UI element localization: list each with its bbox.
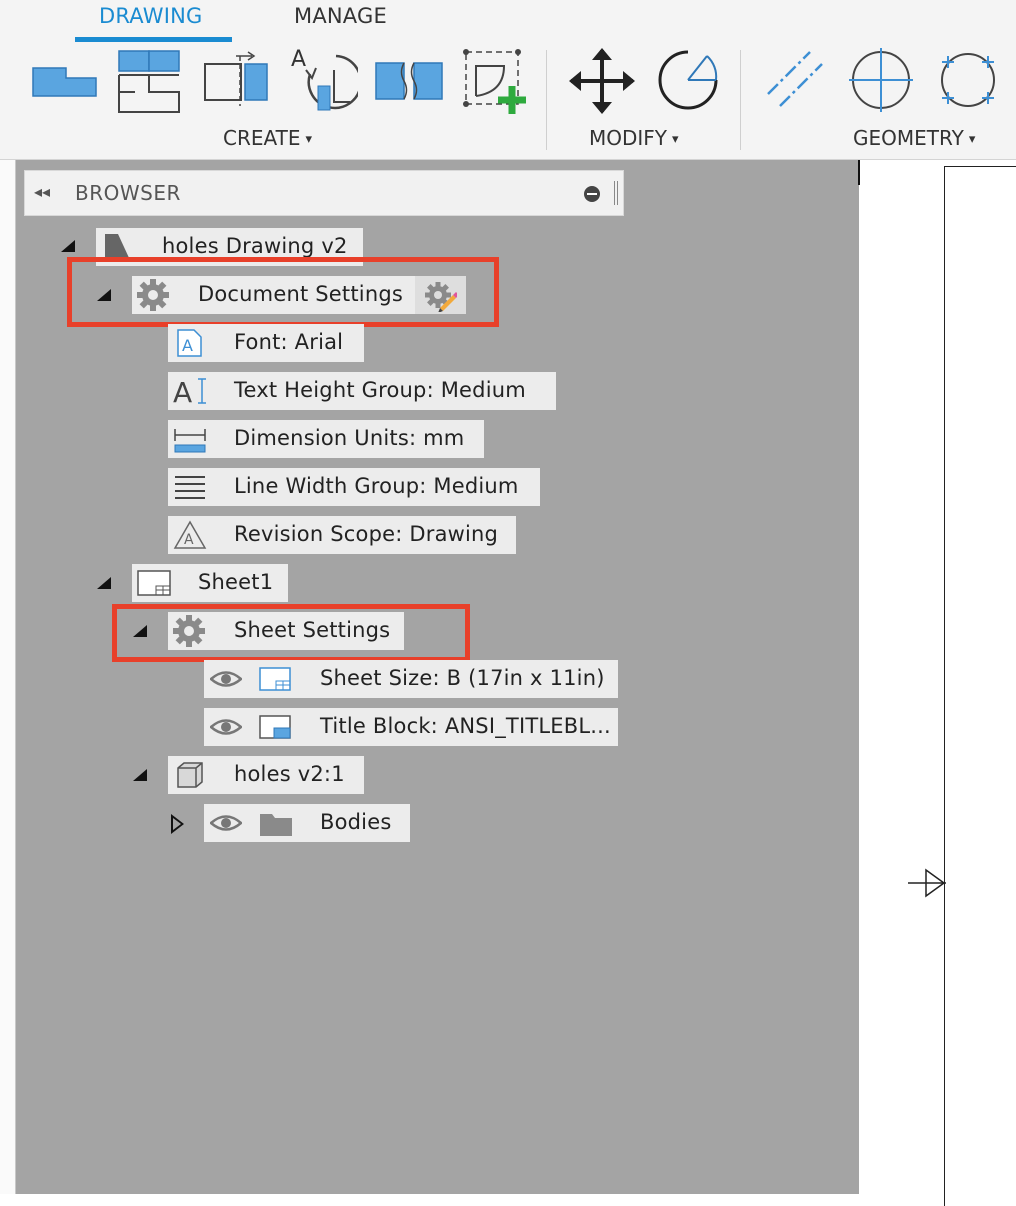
sheet-node[interactable]: Sheet1 <box>132 564 288 602</box>
section-view-icon[interactable] <box>200 46 274 108</box>
rotate-icon[interactable] <box>655 46 721 112</box>
tree-root-label: holes Drawing v2 <box>162 234 348 258</box>
svg-text:A: A <box>184 532 194 548</box>
bodies-node[interactable]: Bodies <box>204 804 410 842</box>
tab-manage[interactable]: MANAGE <box>294 4 387 28</box>
expand-toggle-icon[interactable] <box>133 769 147 781</box>
eye-icon[interactable] <box>210 716 242 738</box>
toolbar-separator <box>740 50 741 150</box>
revision-icon: A <box>173 520 207 549</box>
tree-item-label: Title Block: ANSI_TITLEBL... <box>320 714 611 738</box>
sheet-settings-highlight <box>112 604 470 662</box>
eye-icon[interactable] <box>210 668 242 690</box>
chevron-down-icon: ▾ <box>305 132 313 147</box>
tree-item-sheet-size[interactable]: Sheet Size: B (17in x 11in) <box>204 660 618 698</box>
component-icon <box>177 762 203 788</box>
component-label: holes v2:1 <box>234 762 345 786</box>
svg-text:A: A <box>182 336 193 355</box>
base-view-icon[interactable] <box>30 46 100 106</box>
move-icon[interactable] <box>568 46 636 116</box>
text-height-icon: A <box>173 376 206 407</box>
svg-text:A: A <box>173 376 192 407</box>
font-icon: A <box>177 329 202 357</box>
view-center-marker-icon[interactable] <box>906 866 948 900</box>
modify-group-menu[interactable]: MODIFY ▾ <box>589 126 679 150</box>
break-view-icon[interactable] <box>373 60 445 104</box>
chevron-down-icon: ▾ <box>672 132 679 147</box>
detail-view-icon[interactable]: A <box>288 46 358 116</box>
eye-icon[interactable] <box>210 812 242 834</box>
component-node[interactable]: holes v2:1 <box>168 756 364 794</box>
sketch-icon[interactable] <box>460 46 532 116</box>
create-group-label: CREATE <box>223 126 301 150</box>
sheet-icon <box>137 570 171 596</box>
tree-item-line-width[interactable]: Line Width Group: Medium <box>168 468 540 506</box>
tree-item-title-block[interactable]: Title Block: ANSI_TITLEBL... <box>204 708 618 746</box>
bodies-label: Bodies <box>320 810 392 834</box>
collapse-panel-icon[interactable]: ◂◂ <box>34 182 50 201</box>
tree-item-text-height[interactable]: A Text Height Group: Medium <box>168 372 556 410</box>
tree-item-label: Line Width Group: Medium <box>234 474 519 498</box>
tree-item-font[interactable]: A Font: Arial <box>168 324 364 362</box>
panel-edge <box>0 160 16 1194</box>
sheet-size-icon <box>259 667 291 691</box>
browser-header: ◂◂ BROWSER <box>24 170 624 216</box>
tree-item-label: Dimension Units: mm <box>234 426 465 450</box>
toolbar-separator <box>546 50 547 150</box>
toolbar: DRAWING MANAGE A CREATE ▾ MODIFY ▾ GEOME… <box>0 0 1016 160</box>
create-group-menu[interactable]: CREATE ▾ <box>223 126 312 150</box>
svg-text:A: A <box>291 47 306 72</box>
expand-toggle-fill <box>173 818 181 830</box>
resize-grip-icon[interactable] <box>614 181 618 205</box>
chevron-down-icon: ▾ <box>968 132 976 147</box>
modify-group-label: MODIFY <box>589 126 668 150</box>
tab-drawing[interactable]: DRAWING <box>99 4 202 28</box>
browser-title: BROWSER <box>75 181 181 205</box>
tree-item-label: Text Height Group: Medium <box>234 378 526 402</box>
tree-item-label: Font: Arial <box>234 330 344 354</box>
expand-toggle-icon[interactable] <box>61 240 75 252</box>
centerline-icon[interactable] <box>764 46 828 110</box>
geometry-group-label: GEOMETRY <box>853 126 964 150</box>
tree-item-label: Revision Scope: Drawing <box>234 522 499 546</box>
expand-toggle-icon[interactable] <box>97 577 111 589</box>
sheet-label: Sheet1 <box>198 570 274 594</box>
geometry-group-menu[interactable]: GEOMETRY ▾ <box>853 126 975 150</box>
dimension-units-icon <box>174 429 206 453</box>
active-tab-indicator <box>75 37 232 42</box>
projected-view-icon[interactable] <box>115 48 185 116</box>
sheet-border <box>944 166 1016 1206</box>
tree-item-dimension-units[interactable]: Dimension Units: mm <box>168 420 484 458</box>
folder-icon <box>260 814 292 836</box>
center-mark-icon[interactable] <box>849 46 913 112</box>
canvas-edge <box>858 160 860 185</box>
tree-item-label: Sheet Size: B (17in x 11in) <box>320 666 605 690</box>
line-width-icon <box>175 476 205 499</box>
tree-item-revision-scope[interactable]: A Revision Scope: Drawing <box>168 516 516 554</box>
title-block-icon <box>259 715 291 739</box>
document-settings-highlight <box>67 257 499 327</box>
minimize-icon[interactable] <box>584 186 600 202</box>
center-mark-pattern-icon[interactable] <box>938 46 998 112</box>
